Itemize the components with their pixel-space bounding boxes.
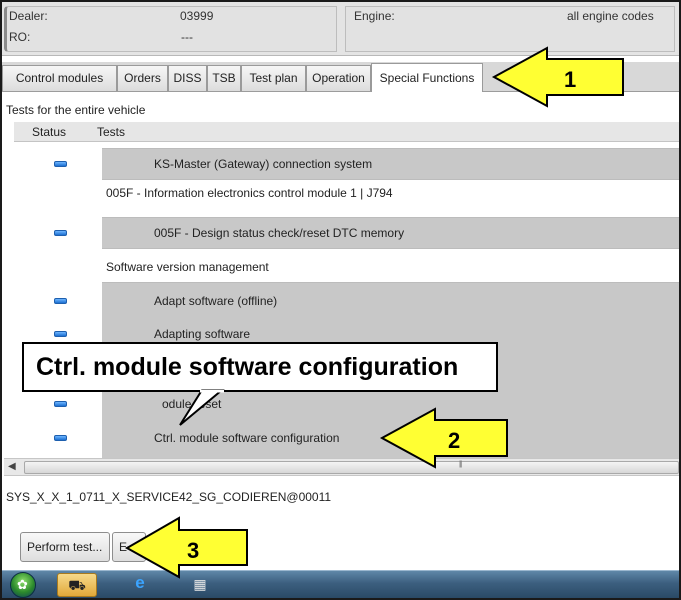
callout-pointer [179,389,225,426]
arrow-3-label: 3 [187,538,199,563]
arrow-1-label: 1 [564,67,576,92]
arrow-2-icon [379,407,508,469]
arrow-1-icon [491,46,624,108]
arrow-2-label: 2 [448,428,460,453]
annotation-layer: 1 2 3 [124,46,624,579]
